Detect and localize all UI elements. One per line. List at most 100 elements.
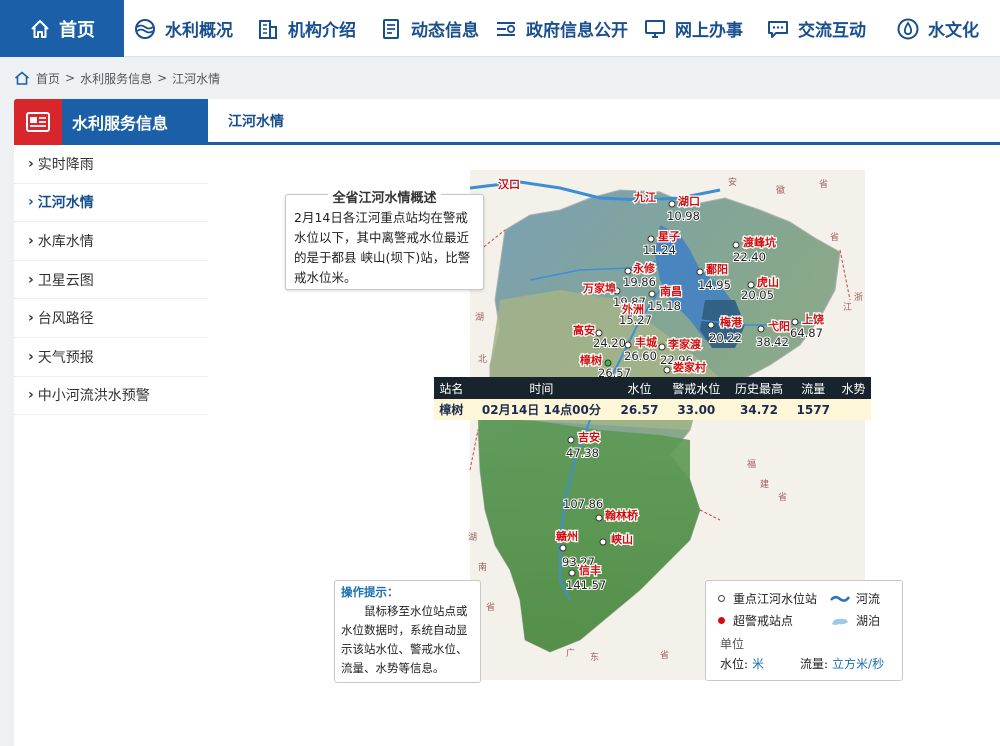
station-name-label[interactable]: 渡峰坑: [742, 234, 778, 251]
nav-label: 网上办事: [675, 21, 743, 41]
table-row: 樟树 02月14日 14点00分 26.57 33.00 34.72 1577: [434, 399, 871, 420]
province-mark: 福: [747, 458, 756, 470]
breadcrumb-home[interactable]: 首页: [36, 70, 60, 87]
station-marker[interactable]: [658, 343, 666, 351]
nav-news[interactable]: 动态信息: [379, 0, 479, 57]
cell-trend: [836, 399, 871, 420]
nav-gov-info[interactable]: 政府信息公开: [494, 0, 628, 57]
station-name-label[interactable]: 万家埠: [581, 280, 618, 297]
station-name-label[interactable]: 梅港: [719, 314, 744, 331]
station-marker[interactable]: [791, 318, 799, 326]
station-marker[interactable]: [663, 366, 671, 374]
station-name-label[interactable]: 娄家村: [672, 359, 708, 376]
sidebar-item-realtime-rain[interactable]: › 实时降雨: [14, 145, 208, 184]
station-marker[interactable]: [559, 544, 567, 552]
station-name-label[interactable]: 弋阳: [767, 318, 792, 335]
station-name-label[interactable]: 翰林桥: [604, 507, 640, 524]
station-name-label[interactable]: 虎山: [756, 274, 781, 291]
sidebar-item-reservoir[interactable]: › 水库水情: [14, 222, 208, 261]
station-value-label[interactable]: 20.22: [708, 330, 743, 346]
station-value-label[interactable]: 38.42: [755, 334, 790, 350]
list-icon: [497, 21, 516, 36]
station-marker[interactable]: [595, 514, 603, 522]
station-name-label[interactable]: 丰城: [634, 334, 659, 351]
breadcrumb-separator: >: [157, 71, 168, 85]
station-name-label[interactable]: 永修: [631, 260, 657, 277]
station-marker[interactable]: [648, 290, 656, 298]
station-name-label[interactable]: 樟树: [578, 352, 604, 369]
station-value-label[interactable]: 15.27: [618, 312, 653, 328]
lake-icon: [832, 618, 848, 625]
breadcrumb-current[interactable]: 江河水情: [172, 70, 220, 87]
station-marker[interactable]: [757, 325, 765, 333]
home-icon: [31, 19, 49, 38]
nav-water-overview[interactable]: 水利概况: [133, 0, 233, 57]
station-name-label[interactable]: 高安: [572, 322, 597, 339]
station-value-label[interactable]: 107.86: [562, 496, 604, 512]
legend-over-warning: 超警戒站点: [718, 612, 793, 629]
station-value-label[interactable]: 10.98: [666, 208, 701, 224]
breadcrumb-section[interactable]: 水利服务信息: [80, 70, 152, 87]
station-marker[interactable]: [668, 200, 676, 208]
province-mark: 省: [486, 601, 495, 613]
station-value-label[interactable]: 22.40: [732, 249, 767, 265]
home-icon: [14, 71, 30, 85]
station-marker[interactable]: [624, 341, 632, 349]
nav-water-culture[interactable]: 水文化: [896, 0, 979, 57]
station-value-label[interactable]: 14.95: [697, 277, 732, 293]
station-name-label[interactable]: 汉口: [497, 176, 522, 193]
sidebar-item-river-regime[interactable]: › 江河水情: [14, 184, 208, 223]
station-name-label[interactable]: 鄱阳: [704, 261, 730, 278]
station-marker[interactable]: [732, 241, 740, 249]
chevron-right-icon: ›: [28, 310, 34, 327]
station-value-label[interactable]: 19.86: [622, 274, 657, 290]
station-name-label[interactable]: 九江: [632, 189, 658, 206]
station-name-label[interactable]: 李家渡: [666, 336, 703, 353]
legend-unit-title: 单位: [720, 637, 745, 651]
monitor-icon: [645, 19, 665, 38]
station-name-label[interactable]: 吉安: [577, 429, 602, 446]
station-name-label[interactable]: 湖口: [677, 193, 702, 210]
station-value-label[interactable]: 26.60: [623, 348, 658, 364]
station-value-label[interactable]: 24.20: [592, 335, 627, 351]
station-marker[interactable]: [567, 436, 575, 444]
station-marker[interactable]: [696, 268, 704, 276]
province-mark: 湖: [475, 312, 484, 323]
station-value-label[interactable]: 15.18: [647, 298, 682, 314]
station-value-label[interactable]: 64.87: [789, 325, 824, 341]
sidebar-item-typhoon[interactable]: › 台风路径: [14, 299, 208, 338]
nav-label: 政府信息公开: [526, 21, 628, 41]
station-name-label[interactable]: 赣州: [555, 528, 580, 545]
nav-interaction[interactable]: 交流互动: [766, 0, 866, 57]
header-station: 站名: [434, 377, 469, 399]
nav-home-tab[interactable]: 首页: [0, 0, 124, 57]
station-marker[interactable]: [624, 267, 632, 275]
tab-river-regime[interactable]: 江河水情: [208, 99, 304, 142]
building-icon: [259, 19, 277, 39]
station-name-label[interactable]: 南昌: [659, 283, 684, 300]
station-marker[interactable]: [568, 569, 576, 577]
station-marker[interactable]: [647, 235, 655, 243]
station-marker[interactable]: [707, 321, 715, 329]
province-mark: 省: [830, 231, 839, 243]
nav-label: 动态信息: [411, 21, 479, 41]
sidebar-item-satellite[interactable]: › 卫星云图: [14, 261, 208, 300]
station-name-label[interactable]: 信丰: [578, 562, 603, 579]
station-value-label[interactable]: 20.05: [740, 287, 775, 303]
chevron-right-icon: ›: [28, 348, 34, 365]
cell-water-level: 26.57: [613, 399, 665, 420]
nav-organization[interactable]: 机构介绍: [256, 0, 356, 57]
station-name-label[interactable]: 峡山: [610, 531, 635, 548]
station-value-label[interactable]: 141.57: [565, 577, 607, 593]
province-mark: 北: [478, 354, 487, 365]
sidebar-item-weather[interactable]: › 天气预报: [14, 338, 208, 377]
station-name-label[interactable]: 星子: [657, 229, 682, 245]
station-value-label[interactable]: 11.24: [642, 242, 677, 258]
newspaper-icon: [26, 112, 50, 132]
station-value-label[interactable]: 47.38: [565, 445, 600, 461]
station-marker[interactable]: [599, 538, 607, 546]
station-name-label[interactable]: 上饶: [801, 311, 826, 328]
nav-online-service[interactable]: 网上办事: [643, 0, 743, 57]
province-mark: 省: [778, 491, 787, 503]
sidebar-item-flood-warning[interactable]: › 中小河流洪水预警: [14, 377, 208, 416]
